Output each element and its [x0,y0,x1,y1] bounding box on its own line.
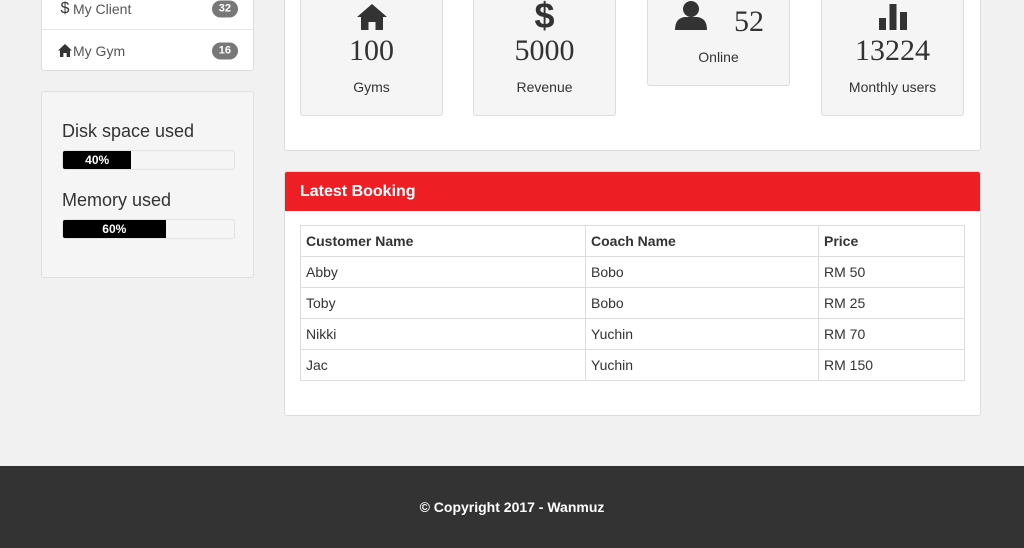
coach-name-cell: Yuchin [585,318,819,350]
stat-card-revenue: $ 5000 Revenue [473,0,616,116]
customer-name-cell: Toby [300,287,586,319]
home-icon [58,44,72,57]
column-header: Customer Name [300,225,586,257]
sidebar-item-my-client[interactable]: $ My Client 32 [42,0,253,30]
price-cell: RM 70 [818,318,965,350]
memory-progress: 60% [62,219,235,239]
monthly-users-count: 13224 [855,34,930,67]
revenue-amount: 5000 [514,34,575,67]
table-row: Nikki Yuchin RM 70 [300,318,965,350]
customer-name-cell: Abby [300,256,586,288]
system-usage-panel: Disk space used 40% Memory used 60% [41,91,254,278]
disk-space-label: Disk space used [62,121,195,141]
disk-space-progress: 40% [62,150,235,170]
stat-card-monthly-users: 13224 Monthly users [821,0,964,116]
user-icon [675,0,707,35]
customer-name-cell: Jac [300,349,586,381]
footer: © Copyright 2017 - Wanmuz [0,466,1024,548]
gyms-label: Gyms [353,79,390,95]
sidebar-item-label: My Gym [73,42,126,59]
dollar-icon: $ [60,0,70,17]
copyright-text: © Copyright 2017 - Wanmuz [419,498,605,515]
table-row: Abby Bobo RM 50 [300,256,965,288]
price-cell: RM 50 [818,256,965,288]
bar-chart-icon [822,4,963,30]
table-header-row: Customer Name Coach Name Price [300,225,965,257]
home-icon [301,4,442,30]
client-count-badge: 32 [211,0,238,18]
coach-name-cell: Bobo [585,256,819,288]
dollar-icon: $ [534,0,555,36]
table-row: Toby Bobo RM 25 [300,287,965,319]
memory-label: Memory used [62,190,172,210]
price-cell: RM 25 [818,287,965,319]
memory-progress-fill: 60% [63,220,166,238]
table-row: Jac Yuchin RM 150 [300,349,965,381]
booking-table: Customer Name Coach Name Price Abby Bobo… [300,225,965,381]
latest-booking-panel: Latest Booking Customer Name Coach Name … [284,171,981,416]
sidebar-menu: $ My Client 32 My Gym 16 [41,0,254,71]
online-label: Online [698,49,739,65]
coach-name-cell: Bobo [585,287,819,319]
gyms-count: 100 [349,34,394,67]
price-cell: RM 150 [818,349,965,381]
latest-booking-title: Latest Booking [285,172,980,211]
stats-panel: 100 Gyms $ 5000 Revenue 52 Online 13224 … [284,0,981,151]
column-header: Coach Name [585,225,819,257]
revenue-label: Revenue [516,79,573,95]
column-header: Price [818,225,965,257]
online-count: 52 [734,5,764,38]
stat-card-gyms: 100 Gyms [300,0,443,116]
stat-card-online: 52 Online [647,0,790,86]
sidebar-item-label: My Client [73,1,132,17]
gym-count-badge: 16 [211,42,238,59]
coach-name-cell: Yuchin [585,349,819,381]
sidebar-item-my-gym[interactable]: My Gym 16 [42,30,253,71]
monthly-users-label: Monthly users [848,79,937,95]
disk-space-progress-fill: 40% [63,151,132,169]
customer-name-cell: Nikki [300,318,586,350]
